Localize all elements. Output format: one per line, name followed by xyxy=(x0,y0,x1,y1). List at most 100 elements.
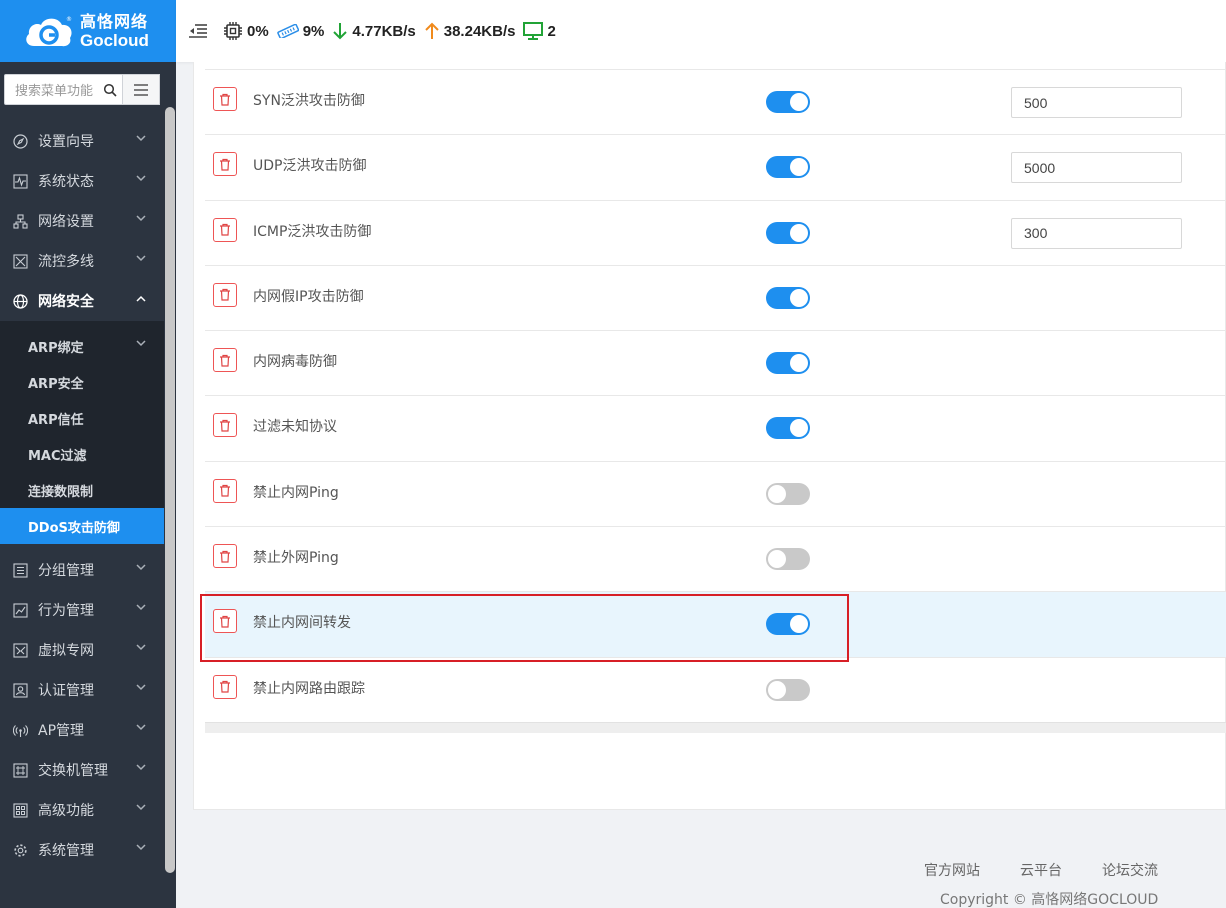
rule-label: 禁止内网Ping xyxy=(253,484,339,501)
sidebar-item-network-security[interactable]: 网络安全 xyxy=(0,281,164,321)
svg-text:®: ® xyxy=(66,16,72,23)
chevron-up-icon xyxy=(136,295,146,302)
sidebar-scrollbar-thumb[interactable] xyxy=(165,107,175,873)
memory-value: 9% xyxy=(302,22,325,40)
rule-row-icmp-flood: ICMP泛洪攻击防御 300 xyxy=(205,199,1226,265)
rule-toggle[interactable] xyxy=(766,286,810,309)
sidebar-item-label: 系统管理 xyxy=(38,843,94,859)
sidebar-item-auth-management[interactable]: 认证管理 xyxy=(0,670,164,710)
trash-icon xyxy=(220,223,230,236)
devices-value: 2 xyxy=(547,22,556,40)
rule-row-unknown-protocol: 过滤未知协议 xyxy=(205,395,1226,460)
rule-toggle[interactable] xyxy=(766,548,810,571)
submenu-item-ddos-defense[interactable]: DDoS攻击防御 xyxy=(0,508,164,544)
trash-icon xyxy=(220,485,230,497)
chevron-down-icon xyxy=(136,684,146,691)
rule-label: 过滤未知协议 xyxy=(253,419,337,436)
submenu-item-arp-trust[interactable]: ARP信任 xyxy=(0,400,164,436)
sidebar-item-setup-wizard[interactable]: 设置向导 xyxy=(0,121,164,161)
rule-toggle[interactable] xyxy=(766,91,810,113)
vpn-icon xyxy=(12,642,28,658)
chevron-down-icon xyxy=(136,175,146,182)
chevron-down-icon xyxy=(136,564,146,571)
table-horizontal-scrollbar[interactable] xyxy=(205,722,1226,733)
sidebar-nav: 设置向导 系统状态 网络设置 流控多线 网络安全 ARP绑定 ARP安全 ARP… xyxy=(0,121,164,870)
submenu-item-label: MAC过滤 xyxy=(28,448,87,464)
sidebar-item-label: 系统状态 xyxy=(38,174,94,190)
sidebar-item-label: 网络设置 xyxy=(38,214,94,230)
user-card-icon xyxy=(12,682,28,698)
threshold-input[interactable]: 5000 xyxy=(1011,152,1182,184)
download-value: 4.77KB/s xyxy=(352,22,416,40)
threshold-value: 500 xyxy=(1024,94,1048,111)
delete-button[interactable] xyxy=(213,282,237,307)
submenu-item-arp-security[interactable]: ARP安全 xyxy=(0,364,164,400)
rule-label: ICMP泛洪攻击防御 xyxy=(253,223,372,240)
sidebar-item-system-management[interactable]: 系统管理 xyxy=(0,830,164,870)
menu-list-button[interactable] xyxy=(123,74,160,105)
sidebar-item-label: 分组管理 xyxy=(38,563,94,579)
sidebar-item-flow-control[interactable]: 流控多线 xyxy=(0,241,164,281)
trash-icon xyxy=(220,93,230,106)
chevron-down-icon xyxy=(136,724,146,731)
brand-logo[interactable]: ® 高恪网络 Gocloud xyxy=(0,0,176,62)
rule-label: SYN泛洪攻击防御 xyxy=(253,93,365,109)
rule-toggle[interactable] xyxy=(766,482,810,505)
rule-row-wan-ping: 禁止外网Ping xyxy=(205,526,1226,591)
top-bar: 0% 9% 4.77KB/s 38.24KB/s 2 xyxy=(176,0,1226,62)
delete-button[interactable] xyxy=(213,544,237,569)
chevron-down-icon xyxy=(136,215,146,222)
footer-link-official-site[interactable]: 官方网站 xyxy=(924,860,980,880)
gear-icon xyxy=(12,842,28,858)
footer-link-cloud-platform[interactable]: 云平台 xyxy=(1020,860,1062,880)
cpu-icon xyxy=(224,22,242,40)
threshold-input[interactable]: 300 xyxy=(1011,217,1182,249)
footer-link-forum[interactable]: 论坛交流 xyxy=(1102,860,1158,880)
sidebar-item-advanced-features[interactable]: 高级功能 xyxy=(0,790,164,830)
submenu-item-mac-filter[interactable]: MAC过滤 xyxy=(0,436,164,472)
submenu-item-arp-binding[interactable]: ARP绑定 xyxy=(0,328,164,364)
rule-toggle[interactable] xyxy=(766,352,810,375)
delete-button[interactable] xyxy=(213,413,237,438)
pulse-icon xyxy=(12,173,28,189)
brand-name-cn: 高恪网络 xyxy=(80,11,149,31)
rule-toggle[interactable] xyxy=(766,417,810,440)
submenu-item-connection-limit[interactable]: 连接数限制 xyxy=(0,472,164,508)
sidebar-item-label: 网络安全 xyxy=(38,294,94,310)
delete-button[interactable] xyxy=(213,87,237,111)
sidebar-item-vpn[interactable]: 虚拟专网 xyxy=(0,630,164,670)
sidebar-item-label: 行为管理 xyxy=(38,603,94,619)
switch-icon xyxy=(12,762,28,778)
trash-icon xyxy=(220,681,230,693)
rule-toggle[interactable] xyxy=(766,156,810,179)
rule-toggle[interactable] xyxy=(766,678,810,701)
delete-button[interactable] xyxy=(213,478,237,503)
delete-button[interactable] xyxy=(213,152,237,177)
submenu-item-label: ARP信任 xyxy=(28,412,84,428)
sidebar-item-switch-management[interactable]: 交换机管理 xyxy=(0,750,164,790)
threshold-input[interactable]: 500 xyxy=(1011,87,1182,118)
trash-icon xyxy=(220,289,230,301)
search-icon[interactable] xyxy=(103,83,117,97)
monitor-icon xyxy=(523,22,544,40)
chevron-down-icon xyxy=(136,644,146,651)
chevron-down-icon xyxy=(136,255,146,262)
collapse-menu-icon[interactable] xyxy=(189,23,207,39)
sidebar-item-network-settings[interactable]: 网络设置 xyxy=(0,201,164,241)
menu-search-input[interactable]: 搜索菜单功能 xyxy=(4,74,123,105)
delete-button[interactable] xyxy=(213,217,237,242)
sidebar-item-system-status[interactable]: 系统状态 xyxy=(0,161,164,201)
sidebar-item-behavior-management[interactable]: 行为管理 xyxy=(0,590,164,630)
cpu-value: 0% xyxy=(247,22,269,40)
sidebar-item-group-management[interactable]: 分组管理 xyxy=(0,550,164,590)
rule-label: 禁止内网路由跟踪 xyxy=(253,680,365,697)
sidebar-item-ap-management[interactable]: AP管理 xyxy=(0,710,164,750)
upload-speed: 38.24KB/s xyxy=(424,22,515,40)
chevron-down-icon xyxy=(136,340,146,347)
delete-button[interactable] xyxy=(213,348,237,373)
compass-icon xyxy=(12,133,28,149)
rule-toggle[interactable] xyxy=(766,221,810,244)
submenu-item-label: ARP安全 xyxy=(28,376,84,392)
delete-button[interactable] xyxy=(213,674,237,699)
menu-search-placeholder: 搜索菜单功能 xyxy=(15,84,94,99)
